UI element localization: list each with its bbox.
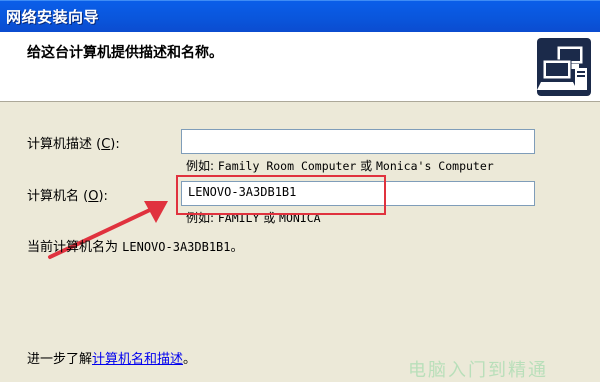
title-bar[interactable]: 网络安装向导 — [0, 0, 600, 32]
current-name-suffix: 。 — [230, 240, 244, 255]
computer-name-example-part1: FAMILY — [217, 211, 260, 225]
computer-name-example-or: 或 — [259, 211, 280, 225]
description-example: 例如: Family Room Computer 或 Monica's Comp… — [186, 157, 494, 174]
window-title: 网络安装向导 — [6, 8, 100, 26]
learn-more-link[interactable]: 计算机名和描述 — [92, 352, 183, 367]
description-label-suffix: ): — [110, 137, 120, 152]
computer-name-value: LENOVO-3A3DB1B1 — [188, 185, 297, 199]
current-name-prefix: 当前计算机名为 — [27, 240, 123, 255]
current-name-text: 当前计算机名为 LENOVO-3A3DB1B1。 — [27, 236, 244, 255]
learn-more-text: 进一步了解计算机名和描述。 — [27, 348, 196, 367]
description-label-key: C — [101, 137, 111, 152]
description-label-prefix: 计算机描述 ( — [27, 137, 102, 152]
computer-name-label: 计算机名 (O): — [27, 185, 108, 204]
wizard-header: 给这台计算机提供描述和名称。 — [0, 32, 600, 102]
description-example-part1: Family Room Computer — [217, 159, 357, 173]
watermark: 电脑入门到精通 — [408, 360, 548, 381]
learn-more-suffix: 。 — [183, 352, 197, 367]
computer-name-field[interactable]: LENOVO-3A3DB1B1 — [181, 181, 535, 206]
header-title: 给这台计算机提供描述和名称。 — [27, 45, 223, 61]
computer-name-example-prefix: 例如: — [186, 211, 218, 225]
computer-name-example: 例如: FAMILY 或 MONICA — [186, 209, 321, 226]
network-computers-icon — [537, 38, 591, 96]
computer-name-label-key: O — [88, 189, 99, 204]
description-example-or: 或 — [356, 159, 376, 173]
description-label: 计算机描述 (C): — [27, 133, 120, 152]
description-example-prefix: 例如: — [186, 159, 218, 173]
current-name-value: LENOVO-3A3DB1B1 — [122, 240, 231, 254]
computer-name-example-part2: MONICA — [279, 211, 321, 225]
computer-name-label-prefix: 计算机名 ( — [27, 189, 89, 204]
description-field[interactable] — [181, 129, 535, 154]
computer-name-label-suffix: ): — [98, 189, 108, 204]
learn-more-prefix: 进一步了解 — [27, 352, 93, 367]
description-example-part2: Monica's Computer — [375, 159, 494, 173]
